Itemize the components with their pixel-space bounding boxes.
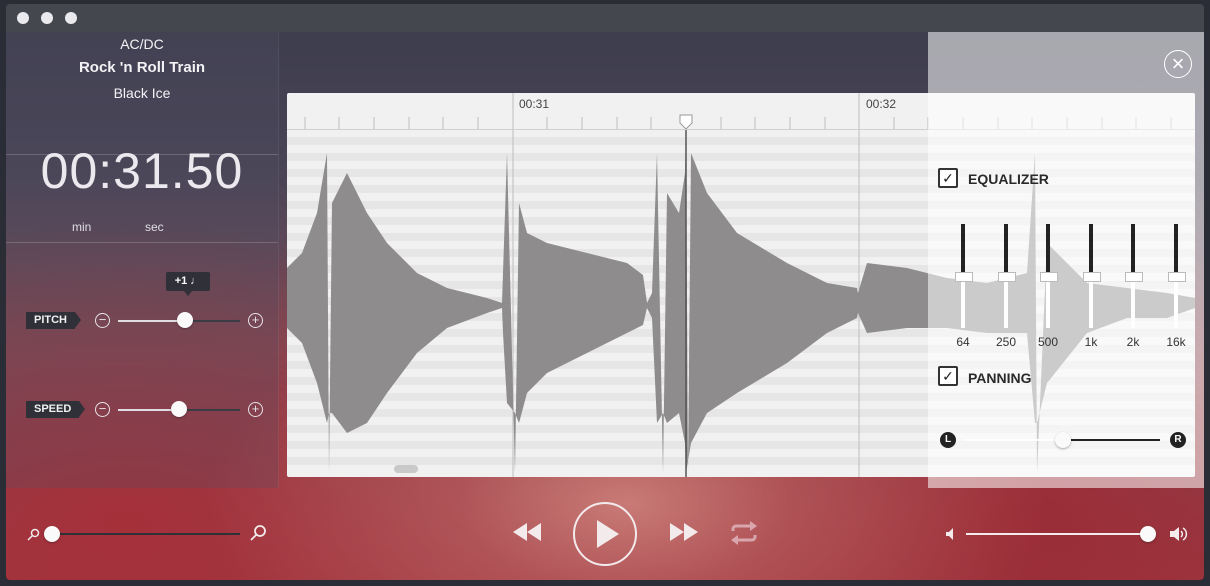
track-artist: AC/DC [120, 36, 164, 52]
time-sec-label: sec [145, 220, 164, 234]
rewind-icon[interactable] [511, 521, 543, 543]
waveform-scroll-handle [394, 465, 418, 473]
equalizer-checkbox[interactable]: ✓ [938, 168, 958, 188]
time-min-label: min [72, 220, 92, 234]
play-button[interactable] [573, 502, 637, 566]
eq-band-label: 500 [1037, 335, 1059, 349]
play-icon [597, 520, 619, 548]
sidebar-divider [6, 242, 278, 243]
pan-left-label: L [940, 432, 956, 448]
track-album: Black Ice [113, 85, 171, 101]
pan-slider-knob[interactable] [1055, 432, 1071, 448]
eq-band-label: 16k [1166, 335, 1186, 349]
ruler-label: 00:32 [866, 97, 897, 111]
pitch-increase-button[interactable]: + [248, 313, 263, 328]
ruler-label: 00:31 [519, 97, 550, 111]
time-display: 00:31.50 [40, 143, 244, 199]
close-icon[interactable]: × [1164, 50, 1192, 78]
panning-label: PANNING [968, 370, 1032, 386]
speed-slider-knob[interactable] [171, 401, 187, 417]
volume-slider-track[interactable] [966, 533, 1156, 535]
eq-band-label: 1k [1084, 335, 1098, 349]
pan-right-label: R [1170, 432, 1186, 448]
eq-band-handle[interactable] [1040, 272, 1058, 282]
panning-checkbox[interactable]: ✓ [938, 366, 958, 386]
effects-panel [928, 32, 1204, 488]
equalizer-label: EQUALIZER [968, 171, 1049, 187]
eq-band-label: 2k [1126, 335, 1140, 349]
speed-increase-button[interactable]: + [248, 402, 263, 417]
pitch-label: PITCH [26, 312, 81, 329]
pitch-decrease-button[interactable]: − [95, 313, 110, 328]
repeat-icon[interactable] [729, 521, 759, 545]
speed-slider-remaining [179, 409, 240, 411]
minimize-window-button[interactable] [41, 12, 53, 24]
volume-high-icon [1170, 527, 1188, 541]
pan-slider-remaining [1063, 439, 1160, 441]
zoom-slider-track[interactable] [52, 533, 240, 535]
pitch-slider-knob[interactable] [177, 312, 194, 328]
eq-band-handle[interactable] [1168, 272, 1186, 282]
eq-band-handle[interactable] [1125, 272, 1143, 282]
app-window: AC/DC Rock 'n Roll Train Black Ice 00:31… [6, 4, 1204, 580]
close-window-button[interactable] [17, 12, 29, 24]
zoom-window-button[interactable] [65, 12, 77, 24]
zoom-in-icon[interactable] [249, 524, 267, 542]
pitch-slider-remaining [185, 320, 240, 322]
zoom-out-icon[interactable] [27, 527, 41, 541]
eq-band-label: 250 [995, 335, 1017, 349]
zoom-slider-knob[interactable] [44, 526, 60, 542]
eq-band-handle[interactable] [955, 272, 973, 282]
fast-forward-icon[interactable] [668, 521, 700, 543]
eq-band-label: 64 [956, 335, 970, 349]
eq-band-handle[interactable] [998, 272, 1016, 282]
eq-band-handle[interactable] [1083, 272, 1101, 282]
speed-decrease-button[interactable]: − [95, 402, 110, 417]
pitch-tooltip: +1 ♩ [166, 272, 210, 296]
track-title: Rock 'n Roll Train [78, 59, 206, 76]
title-bar [6, 4, 1204, 32]
volume-low-icon [946, 528, 953, 540]
speed-label: SPEED [26, 401, 86, 418]
